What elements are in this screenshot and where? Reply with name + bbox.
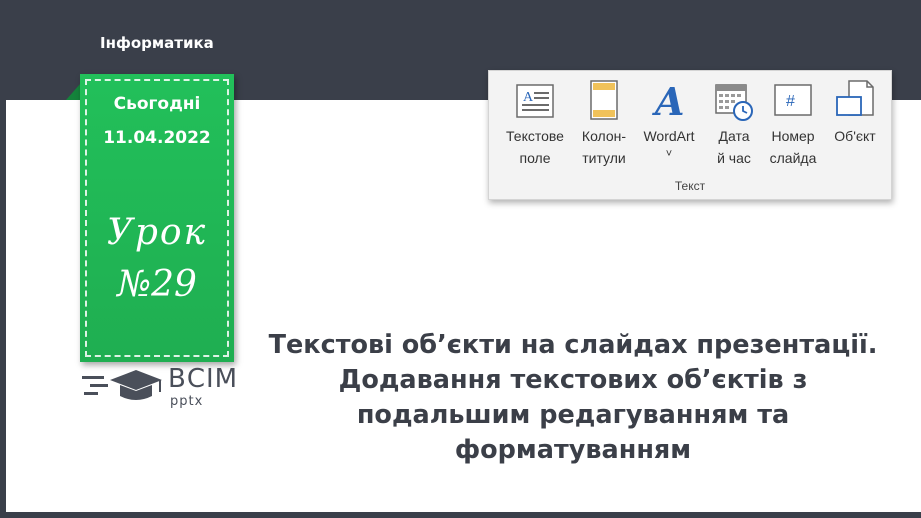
graduation-cap-icon — [82, 370, 162, 400]
slide-number-icon: # — [774, 84, 812, 116]
insert-text-ribbon-group: A Текстове поле Колон- титули A WordArt … — [488, 70, 892, 200]
wordart-button[interactable]: A WordArt ˅ — [635, 77, 703, 161]
header-footer-label-2: титули — [582, 150, 626, 166]
logo-subtitle: pptx — [170, 394, 204, 409]
lesson-ribbon: Сьогодні 11.04.2022 Урок №29 — [80, 74, 234, 362]
date-time-label-1: Дата — [718, 128, 750, 144]
header-footer-icon — [590, 80, 618, 120]
group-label: Текст — [674, 179, 706, 193]
wordart-icon: A — [652, 79, 684, 123]
text-box-label-2: поле — [519, 150, 551, 166]
text-box-icon: A — [516, 84, 554, 118]
text-box-label-1: Текстове — [506, 128, 564, 144]
header-footer-button[interactable]: Колон- титули — [573, 77, 635, 169]
logo: ВСІМ pptx — [80, 362, 240, 412]
lesson-number: №29 — [117, 264, 197, 305]
date-time-icon — [715, 84, 753, 121]
date-time-label-2: й час — [717, 150, 751, 166]
svg-text:#: # — [786, 93, 795, 110]
date-time-button[interactable]: Дата й час — [709, 77, 759, 169]
subject-title: Інформатика — [100, 34, 214, 52]
lesson-topic: Текстові об’єкти на слайдах презентації.… — [262, 328, 884, 468]
date-value: 11.04.2022 — [103, 128, 211, 148]
lesson-word: Урок — [106, 212, 208, 253]
ribbon-fold — [66, 84, 80, 100]
text-box-button[interactable]: A Текстове поле — [499, 77, 571, 169]
object-label: Об'єкт — [834, 128, 876, 144]
topic-line-3: подальшим редагуванням та — [356, 400, 790, 430]
topic-line-4: форматуванням — [454, 435, 692, 465]
topic-line-2: Додавання текстових об’єктів з — [338, 365, 808, 395]
bottom-band — [0, 512, 921, 518]
wordart-label: WordArt — [643, 128, 695, 144]
slide-number-button[interactable]: # Номер слайда — [761, 77, 825, 169]
slide-number-label-1: Номер — [771, 128, 815, 144]
object-icon — [836, 80, 874, 116]
logo-title: ВСІМ — [168, 364, 239, 394]
svg-text:A: A — [652, 79, 684, 123]
header-footer-label-1: Колон- — [581, 128, 627, 144]
wordart-dropdown-icon: ˅ — [665, 148, 673, 160]
svg-text:A: A — [523, 90, 534, 105]
object-button[interactable]: Об'єкт — [825, 77, 885, 147]
date-label: Сьогодні — [113, 94, 201, 114]
slide-number-label-2: слайда — [769, 150, 817, 166]
topic-line-1: Текстові об’єкти на слайдах презентації. — [268, 330, 878, 360]
